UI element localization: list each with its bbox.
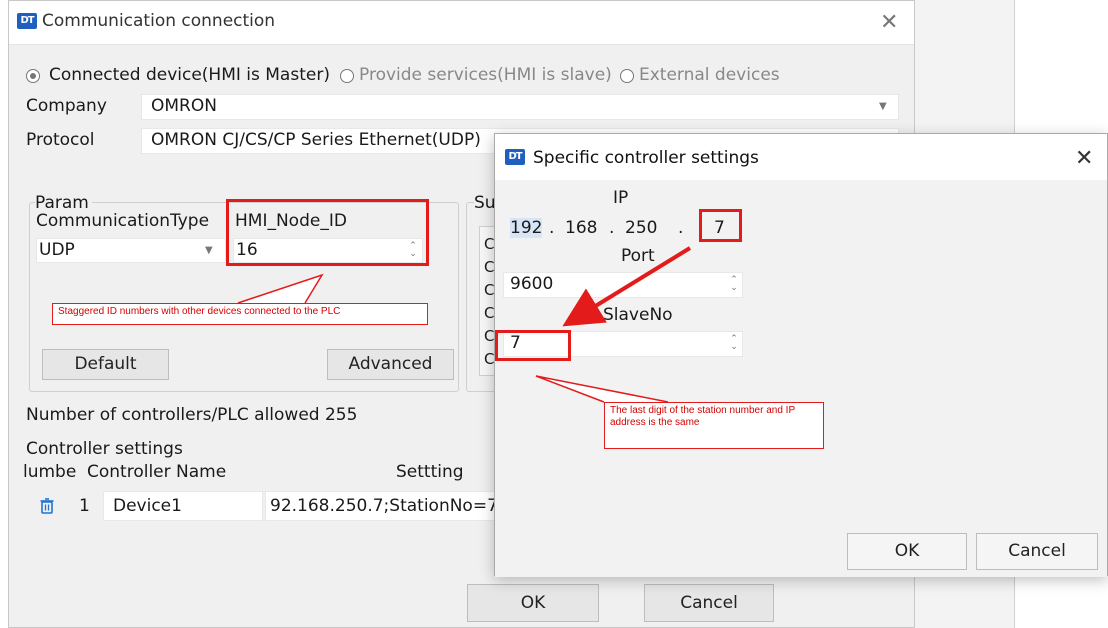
table-row[interactable]: 1 Device1 92.168.250.7;StationNo=7 [9,489,505,523]
dialog-ok-button[interactable]: OK [847,533,967,570]
dialog-title: Specific controller settings [533,148,759,168]
radio-external-devices[interactable] [620,69,634,83]
spinner-arrows-icon[interactable]: ⌃ ⌄ [729,335,739,352]
column-header-controller-name: Controller Name [87,462,227,482]
company-select[interactable]: OMRON [141,94,899,120]
column-header-number: lumbe [23,462,77,482]
ip-octet-3[interactable]: 250 [625,218,657,238]
ip-label: IP [613,188,629,208]
protocol-label: Protocol [26,130,95,150]
plc-allowed-text: Number of controllers/PLC allowed 255 [26,405,358,425]
main-cancel-button[interactable]: Cancel [644,584,774,622]
ip-octet-2[interactable]: 168 [565,218,597,238]
annotation-right: The last digit of the station number and… [604,402,824,449]
list-item: C [484,327,495,345]
dialog-body: IP 192 . 168 . 250 . 7 Port 9600 ⌃ ⌄ Slav… [495,180,1107,577]
port-label: Port [621,246,655,266]
main-ok-button[interactable]: OK [467,584,599,622]
default-button[interactable]: Default [42,349,169,380]
controller-setting-cell[interactable]: 92.168.250.7;StationNo=7 [265,491,505,521]
slave-no-label: SlaveNo [603,305,673,325]
list-item: C [484,350,495,368]
chevron-down-icon: ▼ [205,245,213,256]
dialog-cancel-button[interactable]: Cancel [976,533,1098,570]
close-icon[interactable]: ✕ [1075,148,1093,170]
column-header-setting: Settting [396,462,464,482]
spinner-arrows-icon[interactable]: ⌃ ⌄ [729,276,739,293]
port-input[interactable]: 9600 [503,272,743,298]
advanced-button[interactable]: Advanced [327,349,454,380]
row-number: 1 [79,496,90,516]
ip-dot: . [609,218,615,238]
ip-octet-1[interactable]: 192 [510,218,543,238]
radio-connected-device-label: Connected device(HMI is Master) [49,65,330,85]
chevron-down-icon: ▼ [879,101,887,112]
radio-external-devices-label: External devices [639,65,780,85]
app-logo-icon: DT [505,149,525,165]
list-item: C [484,258,495,276]
list-item: C [484,281,495,299]
controller-name-input[interactable]: Device1 [103,491,263,521]
main-titlebar: DT Communication connection ✕ [9,1,914,45]
annotation-left: Staggered ID numbers with other devices … [52,303,428,325]
comm-type-label: CommunicationType [36,211,210,231]
list-item: C [484,235,495,253]
radio-connected-device[interactable] [26,69,40,83]
ip-dot: . [678,218,684,238]
highlight-node-id [226,199,429,266]
param-group-label: Param [35,193,92,213]
ip-dot: . [549,218,555,238]
close-icon[interactable]: ✕ [880,12,898,34]
app-logo-icon: DT [17,13,37,29]
comm-type-select[interactable]: UDP [36,238,226,263]
highlight-ip-last-octet [699,209,742,242]
list-item: C [484,304,495,322]
controller-settings-label: Controller settings [26,439,183,459]
radio-provide-services-label: Provide services(HMI is slave) [359,65,612,85]
company-label: Company [26,96,107,116]
trash-icon[interactable] [40,498,54,514]
highlight-slave-no [495,330,571,361]
specific-controller-settings-dialog: DT Specific controller settings ✕ IP 192… [494,133,1108,577]
dialog-titlebar: DT Specific controller settings ✕ [495,134,1107,180]
radio-provide-services[interactable] [340,69,354,83]
main-window-title: Communication connection [42,11,276,31]
sub-group-label: Su [474,193,496,213]
